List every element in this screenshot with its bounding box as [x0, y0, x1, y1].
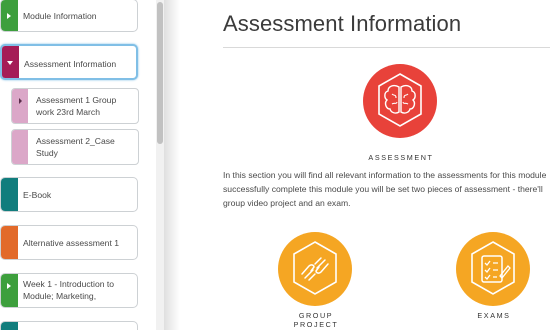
module-label: Module Information	[23, 11, 97, 21]
submodule-color-bar	[12, 89, 28, 123]
module-label: Week 1 - Introduction to Module; Marketi…	[23, 279, 115, 301]
submodule-label: Assessment 2_Case Study	[36, 136, 115, 158]
caption-line: GROUP	[298, 311, 334, 320]
intro-line: successfully complete this module you wi…	[223, 184, 543, 194]
module-color-bar	[1, 322, 18, 330]
group-project-caption: GROUP PROJECT	[280, 311, 352, 329]
hands-icon[interactable]	[278, 232, 352, 306]
intro-line: In this section you will find all releva…	[223, 170, 547, 180]
module-alternative-assessment-1[interactable]: Alternative assessment 1	[0, 225, 138, 260]
caption-line: PROJECT	[293, 320, 339, 329]
sidebar-shadow	[164, 0, 180, 330]
expand-arrow-icon[interactable]	[19, 98, 22, 104]
module-label: Assessment Information	[24, 59, 117, 69]
intro-line: group video project and an exam.	[223, 198, 351, 208]
submodule-label: Assessment 1 Group work 23rd March	[36, 95, 117, 117]
collapse-arrow-icon[interactable]	[7, 61, 13, 65]
module-label: E-Book	[23, 190, 52, 200]
submodule-color-bar	[12, 130, 28, 164]
main-content: Assessment Information ASSESSMENT In thi…	[180, 0, 550, 330]
module-partial-next[interactable]	[0, 321, 138, 330]
module-week-1[interactable]: Week 1 - Introduction to Module; Marketi…	[0, 273, 138, 308]
module-color-bar	[1, 226, 18, 259]
module-assessment-information[interactable]: Assessment Information	[0, 44, 138, 80]
page-title: Assessment Information	[223, 11, 462, 36]
brain-icon	[363, 64, 437, 138]
module-module-information[interactable]: Module Information	[0, 0, 138, 32]
module-color-bar	[1, 178, 18, 211]
exams-caption: EXAMS	[477, 311, 511, 320]
checklist-icon[interactable]	[456, 232, 530, 306]
intro-paragraph: In this section you will find all releva…	[223, 168, 550, 210]
title-divider	[223, 47, 550, 48]
module-color-bar	[1, 274, 18, 307]
module-label: Alternative assessment 1	[23, 238, 120, 248]
submodule-assessment-1[interactable]: Assessment 1 Group work 23rd March	[11, 88, 139, 124]
expand-arrow-icon[interactable]	[7, 13, 11, 19]
submodule-assessment-2[interactable]: Assessment 2_Case Study	[11, 129, 139, 165]
assessment-caption: ASSESSMENT	[368, 153, 434, 162]
module-e-book[interactable]: E-Book	[0, 177, 138, 212]
sidebar-scrollbar[interactable]	[156, 0, 164, 330]
course-navigation-sidebar: Module Information Assessment Informatio…	[0, 0, 156, 330]
expand-arrow-icon[interactable]	[7, 283, 11, 289]
scrollbar-thumb[interactable]	[157, 2, 163, 144]
